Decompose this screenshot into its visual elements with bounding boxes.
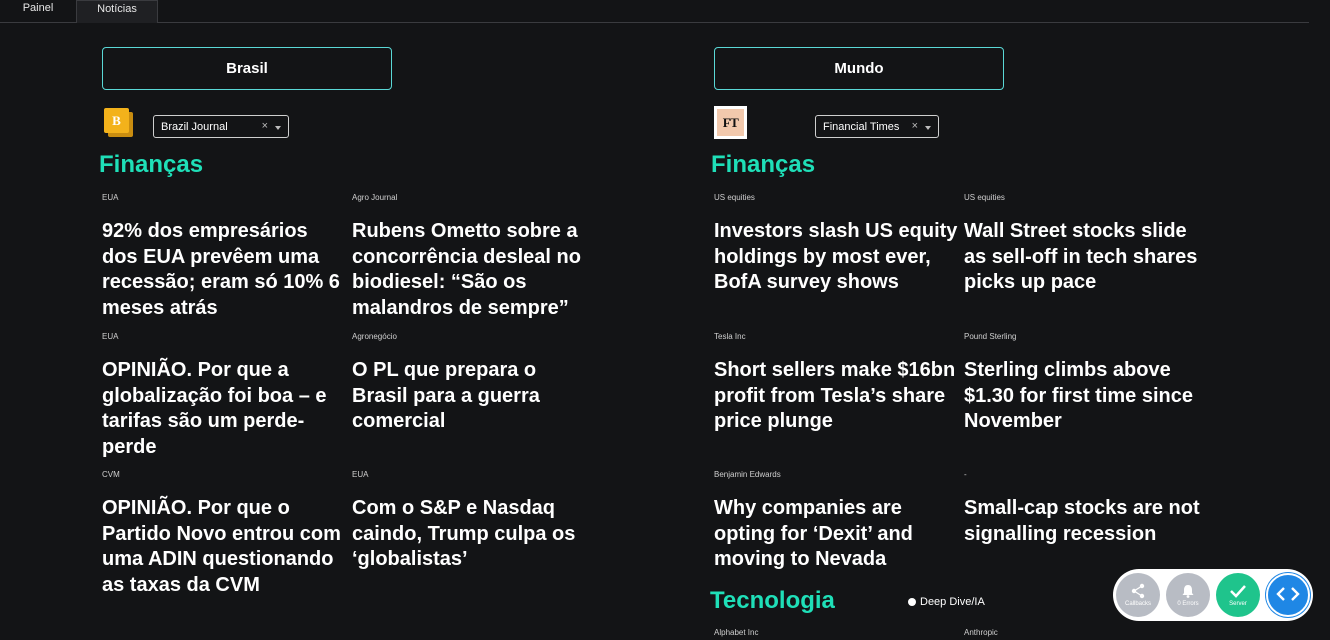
tab-bar: Painel Notícias (0, 0, 1309, 23)
list-item[interactable]: CVM OPINIÃO. Por que o Partido Novo entr… (102, 469, 347, 599)
mundo-source-value: Financial Times (823, 120, 900, 133)
list-item[interactable]: Benjamin Edwards Why companies are optin… (714, 469, 959, 573)
share-icon (1131, 583, 1145, 599)
article-tag: Agro Journal (352, 193, 398, 202)
list-item[interactable]: Tesla Inc Short sellers make $16bn profi… (714, 331, 959, 435)
article-headline[interactable]: Short sellers make $16bn profit from Tes… (714, 358, 959, 435)
list-item[interactable]: US equities Investors slash US equity ho… (714, 192, 959, 296)
mundo-region-button[interactable]: Mundo (714, 47, 1004, 90)
financial-times-logo-text: FT (717, 109, 744, 136)
article-tag: Benjamin Edwards (714, 470, 781, 479)
article-tag: EUA (352, 470, 369, 479)
dev-tools-bar: Callbacks 0 Errors Server (1113, 569, 1313, 621)
list-item[interactable]: Pound Sterling Sterling climbs above $1.… (964, 331, 1209, 435)
list-item[interactable]: Agro Journal Rubens Ometto sobre a conco… (352, 192, 597, 322)
chevron-down-icon[interactable] (925, 126, 931, 130)
article-tag: Pound Sterling (964, 332, 1017, 341)
code-icon (1276, 587, 1300, 601)
article-tag: Anthropic (964, 628, 998, 637)
server-label: Server (1229, 601, 1247, 607)
list-item[interactable]: - Small-cap stocks are not signalling re… (964, 469, 1209, 547)
brazil-journal-logo-letter: B (104, 108, 129, 133)
article-tag: Tesla Inc (714, 332, 746, 341)
errors-label: 0 Errors (1177, 601, 1199, 607)
tab-painel[interactable]: Painel (0, 0, 76, 23)
article-headline[interactable]: OPINIÃO. Por que o Partido Novo entrou c… (102, 496, 347, 599)
article-headline[interactable]: O PL que prepara o Brasil para a guerra … (352, 358, 597, 435)
brasil-source-select[interactable]: Brazil Journal × (153, 115, 289, 138)
server-button[interactable]: Server (1216, 573, 1260, 617)
callbacks-button[interactable]: Callbacks (1116, 573, 1160, 617)
code-toggle-button[interactable] (1266, 573, 1310, 617)
article-tag: EUA (102, 332, 119, 341)
article-headline[interactable]: Sterling climbs above $1.30 for first ti… (964, 358, 1209, 435)
list-item[interactable]: EUA Com o S&P e Nasdaq caindo, Trump cul… (352, 469, 597, 573)
article-headline[interactable]: Small-cap stocks are not signalling rece… (964, 496, 1209, 547)
bell-icon (1182, 585, 1194, 598)
article-headline[interactable]: Wall Street stocks slide as sell-off in … (964, 219, 1209, 296)
brazil-journal-logo: B (104, 108, 133, 137)
article-tag: US equities (714, 193, 755, 202)
article-tag: EUA (102, 193, 119, 202)
brasil-section-title: Finanças (99, 151, 204, 178)
brasil-region-button[interactable]: Brasil (102, 47, 392, 90)
article-tag: - (964, 470, 967, 479)
article-headline[interactable]: OPINIÃO. Por que a globalização foi boa … (102, 358, 347, 461)
brasil-source-value: Brazil Journal (161, 120, 228, 133)
article-tag: Alphabet Inc (714, 628, 759, 637)
list-item[interactable]: EUA OPINIÃO. Por que a globalização foi … (102, 331, 347, 461)
chevron-down-icon[interactable] (275, 126, 281, 130)
list-item[interactable]: Anthropic (964, 627, 1209, 639)
clear-icon[interactable]: × (262, 120, 268, 132)
deep-dive-ia-radio[interactable]: Deep Dive/IA (908, 596, 985, 608)
clear-icon[interactable]: × (912, 120, 918, 132)
list-item[interactable]: Agronegócio O PL que prepara o Brasil pa… (352, 331, 597, 435)
list-item[interactable]: EUA 92% dos empresários dos EUA prevêem … (102, 192, 347, 322)
article-headline[interactable]: 92% dos empresários dos EUA prevêem uma … (102, 219, 347, 322)
mundo-source-select[interactable]: Financial Times × (815, 115, 939, 138)
article-tag: US equities (964, 193, 1005, 202)
financial-times-logo: FT (714, 106, 747, 139)
deep-dive-ia-label: Deep Dive/IA (920, 596, 985, 608)
mundo-section-title: Finanças (711, 151, 816, 178)
tab-noticias[interactable]: Notícias (76, 0, 158, 23)
list-item[interactable]: Alphabet Inc (714, 627, 959, 639)
checkmark-icon (1230, 585, 1246, 598)
article-headline[interactable]: Why companies are opting for ‘Dexit’ and… (714, 496, 959, 573)
article-headline[interactable]: Rubens Ometto sobre a concorrência desle… (352, 219, 597, 322)
tecnologia-section-title: Tecnologia (710, 587, 835, 614)
callbacks-label: Callbacks (1124, 601, 1151, 607)
article-tag: CVM (102, 470, 120, 479)
article-headline[interactable]: Com o S&P e Nasdaq caindo, Trump culpa o… (352, 496, 597, 573)
list-item[interactable]: US equities Wall Street stocks slide as … (964, 192, 1209, 296)
article-headline[interactable]: Investors slash US equity holdings by mo… (714, 219, 959, 296)
radio-icon[interactable] (908, 598, 916, 606)
article-tag: Agronegócio (352, 332, 397, 341)
errors-button[interactable]: 0 Errors (1166, 573, 1210, 617)
